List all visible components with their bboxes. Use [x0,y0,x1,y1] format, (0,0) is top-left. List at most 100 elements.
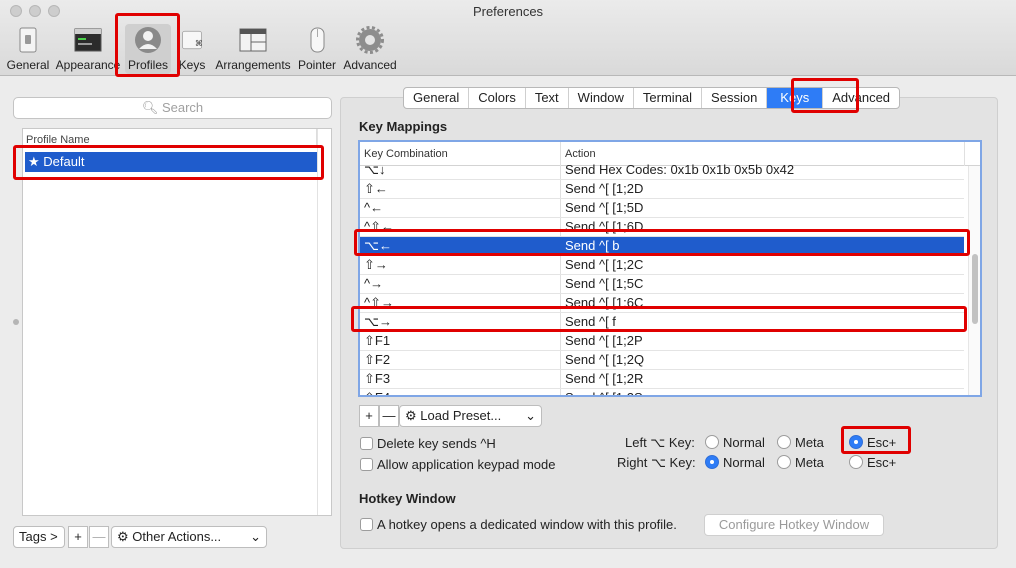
delete-key-sends-h-label: Delete key sends ^H [377,436,496,451]
toolbar-appearance[interactable]: Appearance [55,24,121,74]
header-end-divider [964,142,965,166]
left-option-meta-radio[interactable] [777,435,791,449]
annotation-keys-tab [791,78,859,113]
command-key-icon: ⌘ [182,30,203,50]
left-option-key-label: Left ⌥ Key: [625,435,695,450]
toolbar-keys-label: Keys [178,58,206,72]
right-option-esc-radio[interactable] [849,455,863,469]
other-actions-label: Other Actions... [132,529,222,544]
add-mapping-button[interactable]: + [359,405,379,427]
action: Send ^[ [1;2R [565,371,644,386]
hotkey-checkbox[interactable] [360,518,373,531]
load-preset-menu[interactable]: ⚙ Load Preset... ⌄ [399,405,542,427]
key-combination: ⇧F3 [364,371,391,386]
table-row[interactable]: ^→ Send ^[ [1;5C [360,275,964,294]
tags-button[interactable]: Tags > [13,526,65,548]
load-preset-label: Load Preset... [420,408,502,423]
table-row[interactable]: ⇧→ Send ^[ [1;2C [360,256,964,275]
key-combination: ⇧F4 [364,389,390,395]
mouse-icon [310,27,325,53]
right-option-key-label: Right ⌥ Key: [617,455,696,470]
table-row[interactable]: ⇧F1 Send ^[ [1;2P [360,332,964,351]
key-combination: ^→ [364,276,384,291]
svg-text:⌘: ⌘ [195,39,203,48]
action: Send ^[ [1;2P [565,333,643,348]
left-option-normal-label: Normal [723,435,765,450]
remove-mapping-button[interactable]: — [379,405,399,427]
right-option-esc-label: Esc+ [867,455,897,470]
table-row[interactable]: ⇧← Send ^[ [1;2D [360,180,964,199]
profile-list: Profile Name ★ Default [22,128,332,516]
tab-text[interactable]: Text [526,88,569,108]
table-row[interactable]: ⇧F4 Send ^[ [1;2S [360,389,964,395]
toolbar-pointer[interactable]: Pointer [296,24,338,74]
preferences-window: Preferences General Appearance Profiles … [0,0,1016,568]
toolbar-advanced[interactable]: Advanced [343,24,397,74]
right-option-meta-radio[interactable] [777,455,791,469]
action: Send ^[ [1;5C [565,276,644,291]
key-combination: ⇧→ [364,257,388,272]
remove-profile-button[interactable]: — [89,526,109,548]
key-combination: ⇧F1 [364,333,391,348]
annotation-option-right-row [351,306,967,332]
toolbar-pointer-label: Pointer [297,58,337,72]
tab-terminal[interactable]: Terminal [634,88,703,108]
search-placeholder: Search [161,100,204,115]
toolbar-appearance-label: Appearance [55,58,121,72]
other-actions-menu[interactable]: ⚙ Other Actions... ⌄ [111,526,267,548]
hotkey-checkbox-label: A hotkey opens a dedicated window with t… [377,517,677,532]
key-mappings-title: Key Mappings [359,119,448,134]
table-row[interactable]: ⌥↓ Send Hex Codes: 0x1b 0x1b 0x5b 0x42 [360,161,964,180]
left-option-meta-label: Meta [795,435,824,450]
right-option-normal-label: Normal [723,455,765,470]
toolbar-arrangements-label: Arrangements [215,58,291,72]
chevron-down-icon: ⌄ [525,408,536,423]
action: Send ^[ [1;2D [565,181,644,196]
toolbar-advanced-label: Advanced [343,58,397,72]
toolbar-general[interactable]: General [5,24,51,74]
allow-keypad-label: Allow application keypad mode [377,457,556,472]
scrollbar-thumb[interactable] [972,254,978,324]
annotation-option-left-row [354,229,970,256]
annotation-profiles [115,13,180,77]
action: Send ^[ [1;5D [565,200,644,215]
key-mappings-scrollbar[interactable] [968,166,980,395]
tab-window[interactable]: Window [569,88,634,108]
splitter-handle[interactable] [13,319,19,325]
delete-key-sends-h-checkbox[interactable] [360,437,373,450]
key-combination: ⌥↓ [364,162,386,177]
action-header[interactable]: Action [565,148,596,160]
toolbar-arrangements[interactable]: Arrangements [214,24,292,74]
add-profile-button[interactable]: + [68,526,88,548]
action: Send ^[ [1;2Q [565,352,645,367]
action: Send ^[ [1;2C [565,257,644,272]
configure-hotkey-window-button[interactable]: Configure Hotkey Window [704,514,884,536]
gear-icon [356,26,384,54]
profile-list-scrollbar[interactable] [317,129,331,515]
annotation-esc-plus [841,426,911,454]
left-option-normal-radio[interactable] [705,435,719,449]
table-row[interactable]: ⇧F3 Send ^[ [1;2R [360,370,964,389]
table-row[interactable]: ⇧F2 Send ^[ [1;2Q [360,351,964,370]
chevron-down-icon: ⌄ [250,529,261,544]
profile-search-field[interactable]: 🔍︎ Search [13,97,332,119]
search-icon: 🔍︎ [141,100,159,115]
gear-icon: ⚙ [117,529,129,544]
key-combination: ⇧← [364,181,388,196]
key-mappings-table: Key Combination Action ⌥↓ Send Hex Codes… [358,140,982,397]
key-combination-header[interactable]: Key Combination [364,148,448,160]
action: Send Hex Codes: 0x1b 0x1b 0x5b 0x42 [565,162,795,177]
hotkey-window-title: Hotkey Window [359,491,456,506]
tab-colors[interactable]: Colors [469,88,526,108]
allow-keypad-checkbox[interactable] [360,458,373,471]
table-row[interactable]: ^← Send ^[ [1;5D [360,199,964,218]
tab-general[interactable]: General [404,88,470,108]
terminal-window-icon [74,28,102,52]
key-combination: ^← [364,200,384,215]
annotation-default-profile [13,145,324,180]
right-option-meta-label: Meta [795,455,824,470]
right-option-normal-radio[interactable] [705,455,719,469]
window-arrangement-icon [239,28,267,52]
tab-session[interactable]: Session [702,88,768,108]
toolbar-keys[interactable]: ⌘ Keys [176,24,208,74]
